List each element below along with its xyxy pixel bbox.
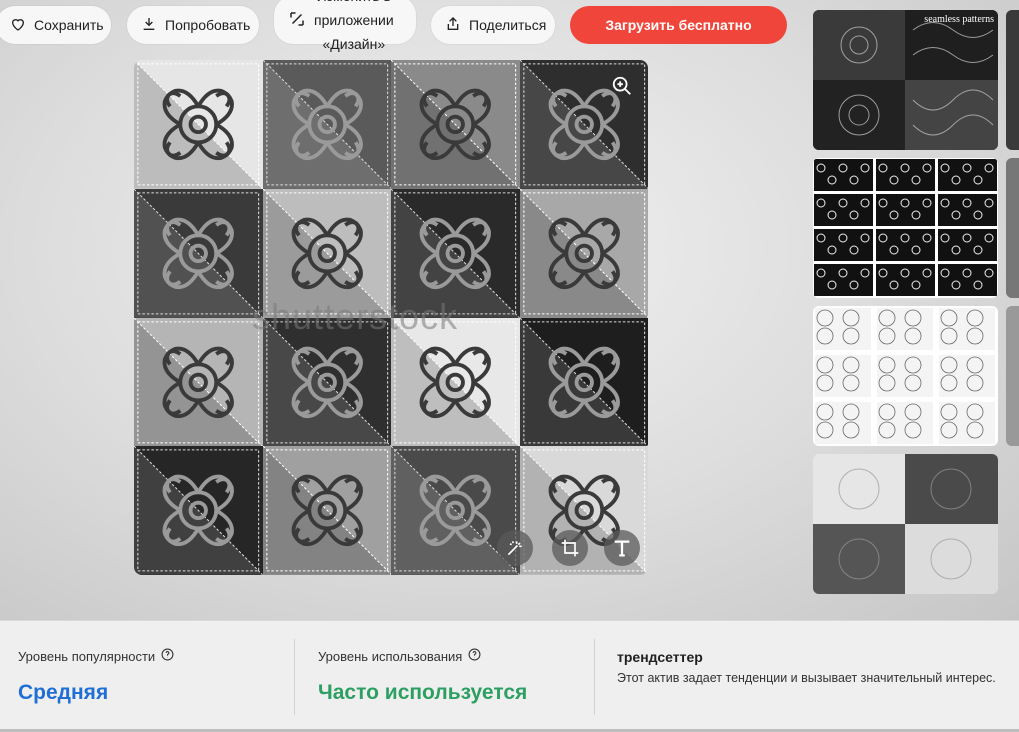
pattern-tile [134,188,263,318]
pattern-tile [391,188,520,318]
text-icon[interactable] [604,530,640,566]
thumbnail-4[interactable] [813,454,998,594]
thumbnail-2b[interactable] [1006,158,1019,298]
try-label: Попробовать [165,17,251,33]
thumbnail-1[interactable]: seamless patterns [813,10,998,150]
usage-caption: Уровень использования [318,648,481,664]
crop-icon[interactable] [552,530,588,566]
usage-value: Часто используется [318,681,528,704]
divider [294,639,295,715]
share-button[interactable]: Поделиться [431,6,555,44]
edit-label: Изменить в приложении «Дизайн» [314,0,394,52]
divider [594,639,595,715]
pattern-tile [134,317,263,447]
thumbnail-label: seamless patterns [924,14,994,25]
share-label: Поделиться [469,17,547,33]
thumbnail-3[interactable] [813,306,998,446]
download-free-button[interactable]: Загрузить бесплатно [570,6,787,44]
main-image[interactable] [134,60,648,575]
popularity-caption: Уровень популярности [18,648,174,664]
help-icon[interactable] [468,648,481,664]
share-icon [445,16,461,35]
pattern-tile [519,188,648,318]
thumbnail-2[interactable] [813,158,998,298]
magic-wand-icon[interactable] [497,530,533,566]
pattern-tile [391,60,520,189]
zoom-icon[interactable] [608,72,636,100]
save-button[interactable]: Сохранить [0,6,111,44]
edit-magic-icon [288,10,306,31]
help-icon[interactable] [161,648,174,664]
popularity-value: Средняя [18,681,109,704]
pattern-tile [134,60,263,189]
asset-stats-bar: Уровень популярности Средняя Уровень исп… [0,620,1019,732]
pattern-tile [262,446,391,575]
trendsetter-description: Этот актив задает тенденции и вызывает з… [617,671,996,685]
pattern-tile [262,188,391,318]
try-button[interactable]: Попробовать [127,6,259,44]
trendsetter-title: трендсеттер [617,649,703,665]
download-try-icon [141,16,157,35]
thumbnail-3b[interactable] [1006,306,1019,446]
pattern-tile [391,317,520,447]
pattern-tile [134,446,263,575]
pattern-tile [519,317,648,447]
pattern-tile [262,317,391,447]
pattern-tile [262,60,391,189]
preview-stage: Сохранить Попробовать Изменить в приложе… [0,0,1019,620]
save-label: Сохранить [34,17,104,33]
heart-icon [10,16,26,35]
thumbnail-1b[interactable] [1006,10,1019,150]
edit-in-design-button[interactable]: Изменить в приложении «Дизайн» [274,0,416,52]
